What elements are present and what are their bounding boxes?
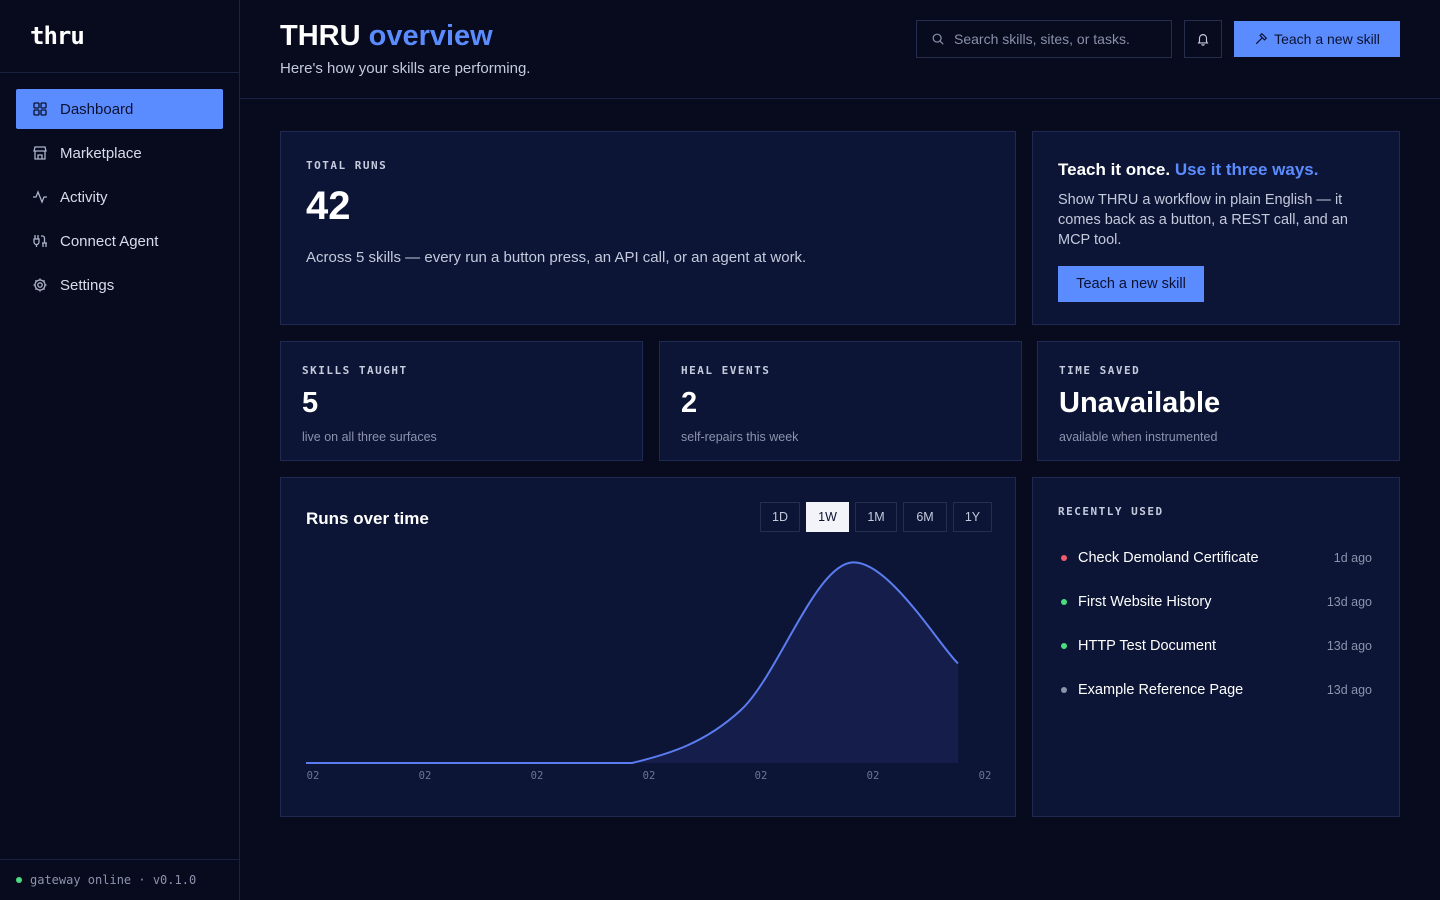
sidebar-item-label: Marketplace — [60, 144, 142, 162]
recent-item-time: 13d ago — [1326, 639, 1372, 653]
stat-label: HEAL EVENTS — [681, 364, 771, 377]
stat-subtext: available when instrumented — [1059, 430, 1218, 444]
teach-promo-card: Teach it once. Use it three ways. Show T… — [1032, 131, 1400, 325]
recent-item-time: 13d ago — [1326, 683, 1372, 697]
x-tick-label: 02 — [307, 770, 320, 782]
recent-item-name: HTTP Test Document — [1078, 638, 1217, 654]
status-dot-icon — [1061, 687, 1067, 693]
stat-label: TIME SAVED — [1059, 364, 1141, 377]
hammer-icon — [1255, 32, 1268, 45]
notifications-button[interactable] — [1184, 20, 1222, 58]
recent-item-name: Example Reference Page — [1078, 682, 1244, 698]
sidebar-item-label: Connect Agent — [60, 232, 159, 250]
gear-icon — [32, 277, 48, 293]
promo-title: Teach it once. Use it three ways. — [1058, 160, 1399, 180]
status-dot-icon — [1061, 643, 1067, 649]
skills-taught-card: SKILLS TAUGHT 5 live on all three surfac… — [280, 341, 643, 461]
stat-value: 5 — [302, 387, 319, 419]
recent-list: Check Demoland Certificate 1d ago First … — [1058, 536, 1399, 712]
grid-icon — [32, 101, 48, 117]
search-box[interactable] — [916, 20, 1172, 58]
stat-subtext: self-repairs this week — [681, 430, 799, 444]
list-item[interactable]: First Website History 13d ago — [1058, 580, 1372, 624]
gateway-status: gateway online · v0.1.0 — [0, 859, 239, 900]
status-dot-icon — [16, 877, 22, 883]
runs-chart-card: Runs over time 1D 1W 1M 6M 1Y 02 02 02 02 02… — [280, 477, 1016, 817]
recent-item-time: 13d ago — [1326, 595, 1372, 609]
page-title: THRU overview — [280, 20, 493, 53]
page-title-accent: overview — [368, 20, 493, 52]
sidebar-item-label: Settings — [60, 276, 115, 294]
sidebar-item-activity[interactable]: Activity — [16, 177, 223, 217]
x-tick-label: 02 — [419, 770, 432, 782]
search-input[interactable] — [954, 31, 1164, 47]
gateway-status-text: gateway online · v0.1.0 — [30, 873, 197, 887]
page-header: THRU overview Here's how your skills are… — [240, 0, 1440, 99]
total-runs-card: TOTAL RUNS 42 Across 5 skills — every ru… — [280, 131, 1016, 325]
x-tick-label: 02 — [979, 770, 992, 782]
sidebar-item-marketplace[interactable]: Marketplace — [16, 133, 223, 173]
page-title-main: THRU — [280, 20, 361, 52]
stat-value: 2 — [681, 387, 698, 419]
teach-new-skill-button[interactable]: Teach a new skill — [1234, 21, 1400, 57]
plug-icon — [32, 233, 48, 249]
x-tick-label: 02 — [531, 770, 544, 782]
bell-icon — [1197, 34, 1209, 46]
promo-text: Show THRU a workflow in plain English — … — [1058, 192, 1348, 248]
sidebar-item-settings[interactable]: Settings — [16, 265, 223, 305]
list-item[interactable]: Check Demoland Certificate 1d ago — [1058, 536, 1372, 580]
sidebar-item-label: Dashboard — [60, 100, 134, 118]
teach-new-skill-label: Teach a new skill — [1274, 31, 1380, 47]
search-icon — [932, 33, 944, 45]
page-subtitle: Here's how your skills are performing. — [280, 60, 531, 77]
x-tick-label: 02 — [867, 770, 880, 782]
promo-teach-button[interactable]: Teach a new skill — [1058, 266, 1204, 302]
runs-area-chart: 02 02 02 02 02 02 02 — [306, 561, 992, 782]
recent-item-name: First Website History — [1078, 594, 1212, 610]
promo-title-main: Teach it once. — [1058, 160, 1171, 179]
recent-item-time: 1d ago — [1333, 551, 1372, 565]
status-dot-icon — [1061, 555, 1067, 561]
heal-events-card: HEAL EVENTS 2 self-repairs this week — [659, 341, 1022, 461]
stat-label: SKILLS TAUGHT — [302, 364, 408, 377]
total-runs-label: TOTAL RUNS — [306, 159, 388, 172]
time-saved-card: TIME SAVED Unavailable available when in… — [1037, 341, 1400, 461]
sidebar: thru Dashboard Marketplace Activity Conn… — [0, 0, 240, 900]
recent-label: RECENTLY USED — [1058, 505, 1164, 518]
recently-used-card: RECENTLY USED Check Demoland Certificate… — [1032, 477, 1400, 817]
x-tick-label: 02 — [755, 770, 768, 782]
chart-area-fill — [306, 562, 958, 763]
sidebar-nav: Dashboard Marketplace Activity Connect A… — [0, 73, 239, 305]
sidebar-item-connect-agent[interactable]: Connect Agent — [16, 221, 223, 261]
sidebar-item-dashboard[interactable]: Dashboard — [16, 89, 223, 129]
stat-value: Unavailable — [1059, 387, 1221, 419]
x-tick-label: 02 — [643, 770, 656, 782]
list-item[interactable]: HTTP Test Document 13d ago — [1058, 624, 1372, 668]
recent-item-name: Check Demoland Certificate — [1078, 550, 1259, 566]
stat-subtext: live on all three surfaces — [302, 430, 437, 444]
list-item[interactable]: Example Reference Page 13d ago — [1058, 668, 1372, 712]
total-runs-value: 42 — [306, 184, 351, 228]
store-icon — [32, 145, 48, 161]
activity-icon — [32, 189, 48, 205]
promo-title-accent: Use it three ways. — [1174, 160, 1319, 179]
brand-logo[interactable]: thru — [0, 0, 239, 73]
sidebar-item-label: Activity — [60, 188, 108, 206]
total-runs-description: Across 5 skills — every run a button pre… — [306, 249, 807, 266]
status-dot-icon — [1061, 599, 1067, 605]
